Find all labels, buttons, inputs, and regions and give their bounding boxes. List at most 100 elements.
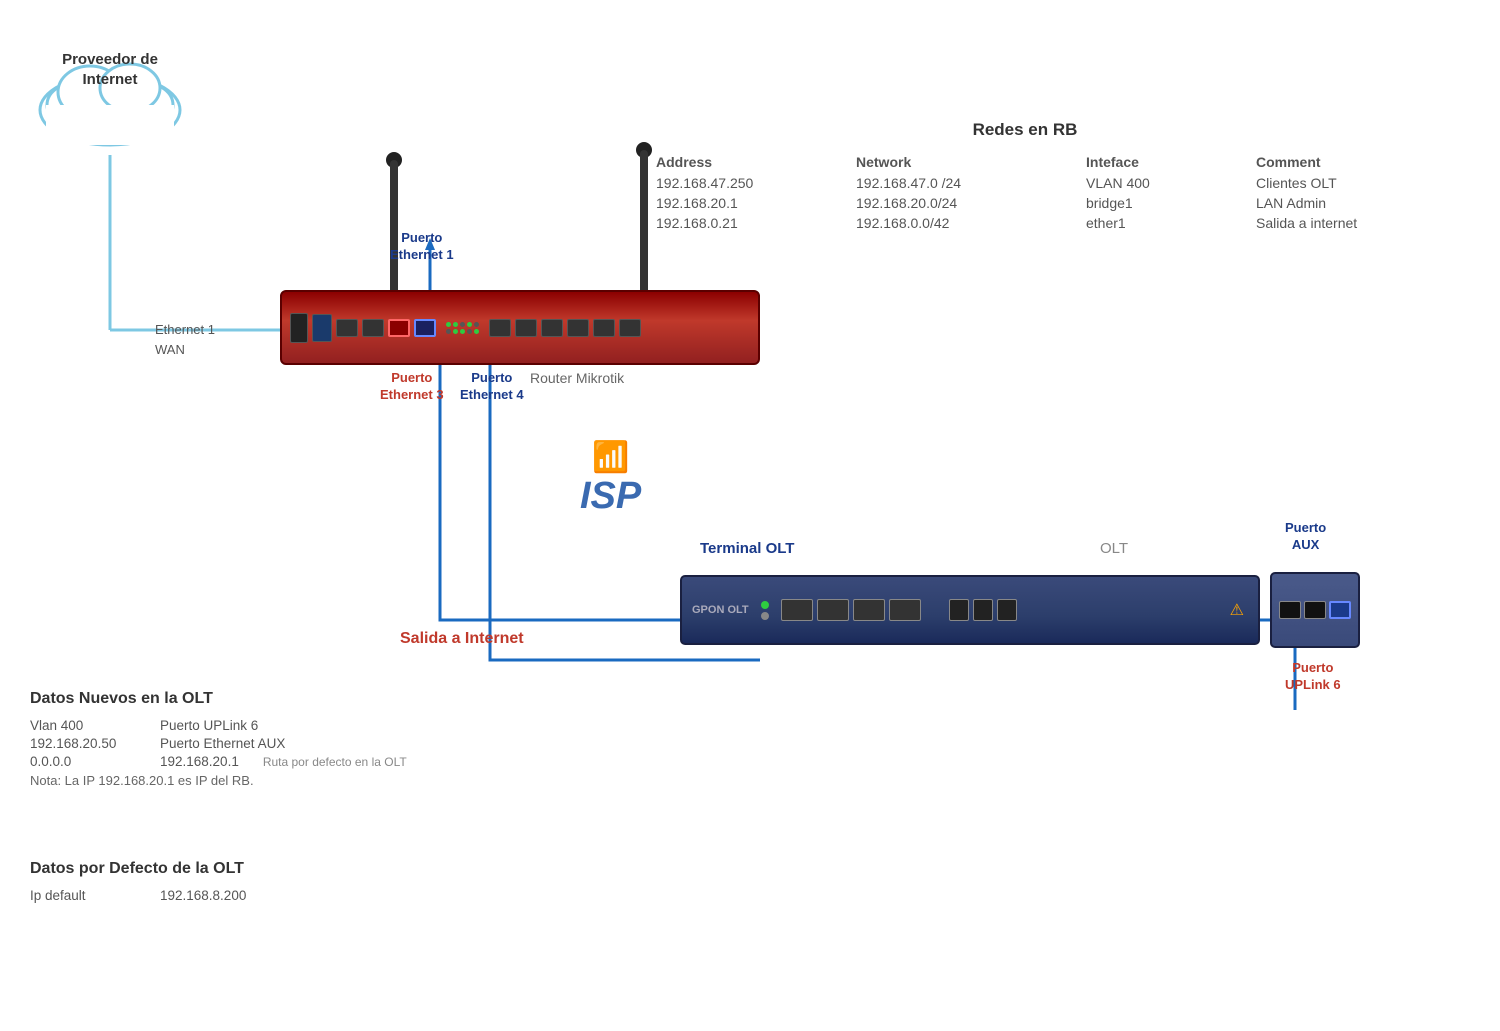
router-port-sfp xyxy=(312,314,332,342)
led8 xyxy=(460,329,465,334)
eth1-wan-label: Ethernet 1 WAN xyxy=(155,320,215,359)
olt-device-label: GPON OLT xyxy=(692,604,749,616)
nt-net-1: 192.168.47.0 /24 xyxy=(850,174,1080,192)
datos-defecto-title: Datos por Defecto de la OLT xyxy=(30,860,430,878)
olt-port-sfp1 xyxy=(781,599,813,621)
wifi-icon: 📶 xyxy=(580,440,641,475)
datos-row-1: Vlan 400 Puerto UPLink 6 xyxy=(30,718,590,733)
olt-port-sfp4 xyxy=(889,599,921,621)
cloud-label: Proveedor de Internet xyxy=(35,50,185,89)
datos-key-2: 192.168.20.50 xyxy=(30,736,140,751)
router-port-eth8 xyxy=(567,319,589,337)
nt-header-network: Network xyxy=(850,152,1080,172)
network-table-title: Redes en RB xyxy=(650,120,1400,140)
olt-warning-icon: ⚠ xyxy=(1230,600,1244,620)
router-port-eth4 xyxy=(414,319,436,337)
nt-comment-1: Clientes OLT xyxy=(1250,174,1470,192)
isp-area: 📶 ISP xyxy=(580,440,641,518)
isp-text: ISP xyxy=(580,475,641,518)
olt-terminal-label: Terminal OLT xyxy=(700,540,794,557)
datos-val-1: Puerto UPLink 6 xyxy=(160,718,258,733)
aux-ports xyxy=(1279,601,1351,619)
nt-iface-2: bridge1 xyxy=(1080,194,1250,212)
olt-olt-label: OLT xyxy=(1100,540,1128,557)
diagram-container: Proveedor de Internet Ethernet 1 WAN Pue… xyxy=(0,0,1500,1031)
router-port-eth1 xyxy=(336,319,358,337)
router-port-eth7 xyxy=(541,319,563,337)
nt-addr-3: 192.168.0.21 xyxy=(650,214,850,232)
led4 xyxy=(467,322,472,327)
olt-port-rj1 xyxy=(949,599,969,621)
aux-port-3 xyxy=(1329,601,1351,619)
datos-row-2: 192.168.20.50 Puerto Ethernet AUX xyxy=(30,736,590,751)
led9 xyxy=(467,329,472,334)
olt-ports xyxy=(761,599,1226,621)
cloud-line2: Internet xyxy=(82,71,137,88)
led2 xyxy=(453,322,458,327)
router-port-usb xyxy=(290,313,308,343)
nt-comment-2: LAN Admin xyxy=(1250,194,1470,212)
network-table-grid: Address Network Inteface Comment 192.168… xyxy=(650,152,1400,232)
nt-header-comment: Comment xyxy=(1250,152,1470,172)
olt-uplink-label: Puerto UPLink 6 xyxy=(1285,660,1341,694)
led6 xyxy=(446,329,451,334)
olt-port-rj2 xyxy=(973,599,993,621)
olt-aux-port-label: Puerto AUX xyxy=(1285,520,1326,554)
nt-addr-1: 192.168.47.250 xyxy=(650,174,850,192)
router-leds xyxy=(446,322,479,334)
led3 xyxy=(460,322,465,327)
datos-defecto-key-1: Ip default xyxy=(30,888,140,903)
datos-row-3: 0.0.0.0 192.168.20.1 Ruta por defecto en… xyxy=(30,754,590,769)
aux-port-2 xyxy=(1304,601,1326,619)
router-port-eth3 xyxy=(388,319,410,337)
router-port-eth9 xyxy=(593,319,615,337)
led10 xyxy=(474,329,479,334)
olt-port-sfp3 xyxy=(853,599,885,621)
router-ports xyxy=(290,313,750,343)
cloud-line1: Proveedor de xyxy=(62,51,158,68)
led1 xyxy=(446,322,451,327)
nt-header-address: Address xyxy=(650,152,850,172)
wan-text: WAN xyxy=(155,340,215,360)
nt-net-3: 192.168.0.0/42 xyxy=(850,214,1080,232)
datos-val-2: Puerto Ethernet AUX xyxy=(160,736,285,751)
nt-iface-1: VLAN 400 xyxy=(1080,174,1250,192)
datos-val-3: 192.168.20.1 xyxy=(160,754,239,769)
network-table: Redes en RB Address Network Inteface Com… xyxy=(650,120,1400,232)
aux-port-1 xyxy=(1279,601,1301,619)
datos-key-3: 0.0.0.0 xyxy=(30,754,140,769)
olt-port-rj3 xyxy=(997,599,1017,621)
nt-addr-2: 192.168.20.1 xyxy=(650,194,850,212)
datos-defecto-val-1: 192.168.8.200 xyxy=(160,888,246,903)
nt-net-2: 192.168.20.0/24 xyxy=(850,194,1080,212)
router-mikrotik xyxy=(280,290,760,365)
led5 xyxy=(474,322,479,327)
olt-port-sfp2 xyxy=(817,599,849,621)
olt-aux-box xyxy=(1270,572,1360,648)
router-port-eth2 xyxy=(362,319,384,337)
datos-defecto-section: Datos por Defecto de la OLT Ip default 1… xyxy=(30,860,430,906)
ethernet1-text: Ethernet 1 xyxy=(155,320,215,340)
router-port-eth5 xyxy=(489,319,511,337)
datos-nota: Nota: La IP 192.168.20.1 es IP del RB. xyxy=(30,773,590,788)
antenna-right xyxy=(640,150,648,290)
nt-header-interface: Inteface xyxy=(1080,152,1250,172)
datos-nuevos-section: Datos Nuevos en la OLT Vlan 400 Puerto U… xyxy=(30,690,590,788)
datos-defecto-row-1: Ip default 192.168.8.200 xyxy=(30,888,430,903)
router-port-eth10 xyxy=(619,319,641,337)
olt-led-2 xyxy=(761,612,769,620)
olt-led-1 xyxy=(761,601,769,609)
antenna-left xyxy=(390,160,398,290)
nt-comment-3: Salida a internet xyxy=(1250,214,1470,232)
router-label: Router Mikrotik xyxy=(530,370,624,386)
router-port-eth6 xyxy=(515,319,537,337)
datos-key-1: Vlan 400 xyxy=(30,718,140,733)
led7 xyxy=(453,329,458,334)
port-eth3-label: Puerto Ethernet 3 xyxy=(380,370,444,404)
port-eth4-label: Puerto Ethernet 4 xyxy=(460,370,524,404)
datos-nuevos-title: Datos Nuevos en la OLT xyxy=(30,690,590,708)
nt-iface-3: ether1 xyxy=(1080,214,1250,232)
port-eth1-label: Puerto Ethernet 1 xyxy=(390,230,454,264)
datos-extra-3: Ruta por defecto en la OLT xyxy=(263,755,407,769)
salida-internet-label: Salida a Internet xyxy=(400,630,524,648)
